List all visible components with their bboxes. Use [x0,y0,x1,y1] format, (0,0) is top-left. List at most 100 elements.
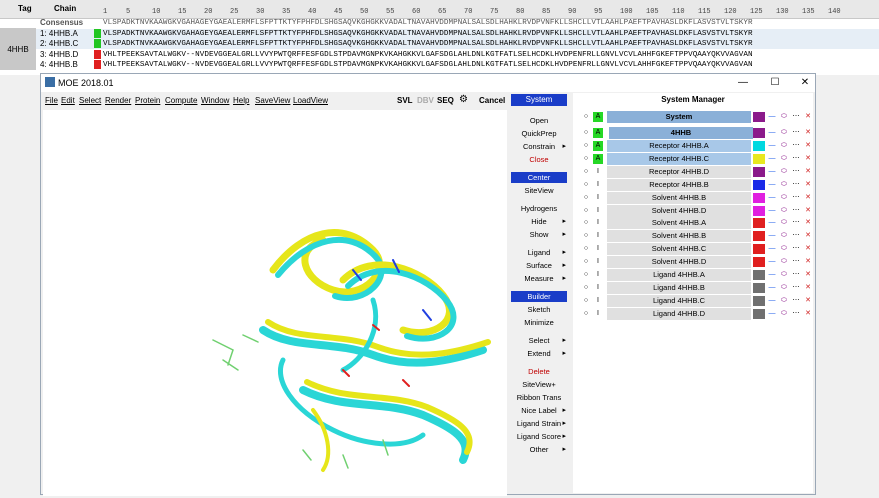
delete-icon[interactable]: ✕ [803,112,813,122]
side-button-select[interactable]: Select [511,335,567,346]
system-entry-row[interactable]: ○ I Solvent 4HHB.C — ⬭ ⋯ ✕ [577,243,811,256]
3d-viewer[interactable] [43,110,507,496]
visibility-toggle[interactable]: ○ [581,112,591,122]
line-style-icon[interactable]: — [767,128,777,138]
side-button-quickprep[interactable]: QuickPrep [511,128,567,139]
chain-row[interactable]: 3: 4HHB.D VHLTPEEKSAVTALWGKV--NVDEVGGEALG… [0,49,879,60]
chain-row[interactable]: 1: 4HHB.A VLSPADKTNVKAAWGKVGAHAGEYGAEALER… [0,28,879,39]
visibility-toggle[interactable]: ○ [581,257,591,267]
residue-sequence[interactable]: VLSPADKTNVKAAWGKVGAHAGEYGAEALERMFLSFPTTK… [103,18,753,28]
visibility-toggle[interactable]: ○ [581,180,591,190]
menu-compute[interactable]: Compute [165,96,197,105]
menu-protein[interactable]: Protein [135,96,160,105]
activity-toggle[interactable]: I [593,206,603,216]
ribbon-style-icon[interactable]: ⬭ [779,296,789,306]
visibility-toggle[interactable]: ○ [581,309,591,319]
activity-toggle[interactable]: I [593,270,603,280]
label-icon[interactable]: ⋯ [791,180,801,190]
side-button-minimize[interactable]: Minimize [511,317,567,328]
line-style-icon[interactable]: — [767,309,777,319]
label-icon[interactable]: ⋯ [791,231,801,241]
label-icon[interactable]: ⋯ [791,141,801,151]
side-button-builder[interactable]: Builder [511,291,567,302]
system-entry-row[interactable]: ○ I Ligand 4HHB.A — ⬭ ⋯ ✕ [577,269,811,281]
side-button-ligand[interactable]: Ligand [511,247,567,258]
chain-label[interactable]: 4: 4HHB.B [40,60,98,70]
visibility-toggle[interactable]: ○ [581,270,591,280]
entry-label[interactable]: Ligand 4HHB.B [607,281,751,294]
dbv-button[interactable]: DBV [417,96,434,105]
color-swatch[interactable] [753,205,765,216]
chain-row[interactable]: 2: 4HHB.C VLSPADKTNVKAAWGKVGAHAGEYGAEALER… [0,39,879,49]
color-swatch[interactable] [753,231,765,242]
side-button-hydrogens[interactable]: Hydrogens [511,203,567,214]
color-swatch[interactable] [753,112,765,122]
line-style-icon[interactable]: — [767,257,777,267]
side-button-constrain[interactable]: Constrain [511,141,567,152]
system-entry-row[interactable]: ○ A Receptor 4HHB.C — ⬭ ⋯ ✕ [577,152,811,165]
activity-toggle[interactable]: I [593,180,603,190]
delete-icon[interactable]: ✕ [803,270,813,280]
color-swatch[interactable] [753,179,765,190]
activity-toggle[interactable]: I [593,283,603,293]
label-icon[interactable]: ⋯ [791,218,801,228]
delete-icon[interactable]: ✕ [803,193,813,203]
label-icon[interactable]: ⋯ [791,193,801,203]
close-window-button[interactable]: ✕ [793,74,817,92]
system-entry-row[interactable]: ○ I Receptor 4HHB.D — ⬭ ⋯ ✕ [577,165,811,178]
menu-saveview[interactable]: SaveView [255,96,290,105]
menu-file[interactable]: File [45,96,58,105]
activity-toggle[interactable]: I [593,296,603,306]
activity-toggle[interactable]: A [593,112,603,122]
side-button-measure[interactable]: Measure [511,273,567,284]
side-button-siteview-[interactable]: SiteView+ [511,379,567,390]
side-button-extend[interactable]: Extend [511,348,567,359]
gear-icon[interactable]: ⚙ [459,94,468,105]
activity-toggle[interactable]: I [593,167,603,177]
ribbon-style-icon[interactable]: ⬭ [779,112,789,122]
system-entry-row[interactable]: ○ I Solvent 4HHB.D — ⬭ ⋯ ✕ [577,256,811,269]
entry-label[interactable]: Solvent 4HHB.B [607,191,751,204]
menu-select[interactable]: Select [79,96,101,105]
line-style-icon[interactable]: — [767,112,777,122]
system-entry-row[interactable]: ○ I Receptor 4HHB.B — ⬭ ⋯ ✕ [577,178,813,191]
activity-toggle[interactable]: I [593,218,603,228]
delete-icon[interactable]: ✕ [803,128,813,138]
residue-sequence[interactable]: VHLTPEEKSAVTALWGKV--NVDEVGGEALGRLLVVYPWT… [103,60,753,70]
entry-label[interactable]: Receptor 4HHB.C [607,152,751,165]
color-swatch[interactable] [753,141,765,151]
delete-icon[interactable]: ✕ [803,180,813,190]
line-style-icon[interactable]: — [767,141,777,151]
entry-label[interactable]: Solvent 4HHB.B [607,230,751,243]
label-icon[interactable]: ⋯ [791,128,801,138]
entry-label[interactable]: 4HHB [609,127,753,139]
activity-toggle[interactable]: I [593,193,603,203]
ribbon-style-icon[interactable]: ⬭ [779,257,789,267]
side-button-surface[interactable]: Surface [511,260,567,271]
color-swatch[interactable] [753,128,765,138]
label-icon[interactable]: ⋯ [791,296,801,306]
tag-column-header[interactable]: Tag [18,4,32,13]
side-button-ribbon-trans[interactable]: Ribbon Trans [511,392,567,403]
color-swatch[interactable] [753,218,765,229]
activity-toggle[interactable]: I [593,309,603,319]
side-button-show[interactable]: Show [511,229,567,240]
menu-window[interactable]: Window [201,96,229,105]
color-swatch[interactable] [753,295,765,306]
entry-label[interactable]: Receptor 4HHB.D [607,165,751,178]
ribbon-style-icon[interactable]: ⬭ [779,193,789,203]
side-button-nice-label[interactable]: Nice Label [511,405,567,416]
side-button-close[interactable]: Close [511,154,567,165]
label-icon[interactable]: ⋯ [791,206,801,216]
color-swatch[interactable] [753,153,765,164]
visibility-toggle[interactable]: ○ [581,283,591,293]
entry-label[interactable]: Solvent 4HHB.D [607,256,751,269]
ribbon-style-icon[interactable]: ⬭ [779,231,789,241]
color-swatch[interactable] [753,257,765,268]
visibility-toggle[interactable]: ○ [581,231,591,241]
system-entry-row[interactable]: ○ I Solvent 4HHB.D — ⬭ ⋯ ✕ [577,204,811,217]
entry-label[interactable]: Solvent 4HHB.A [607,217,751,230]
menu-help[interactable]: Help [233,96,249,105]
label-icon[interactable]: ⋯ [791,257,801,267]
ribbon-style-icon[interactable]: ⬭ [779,128,789,138]
